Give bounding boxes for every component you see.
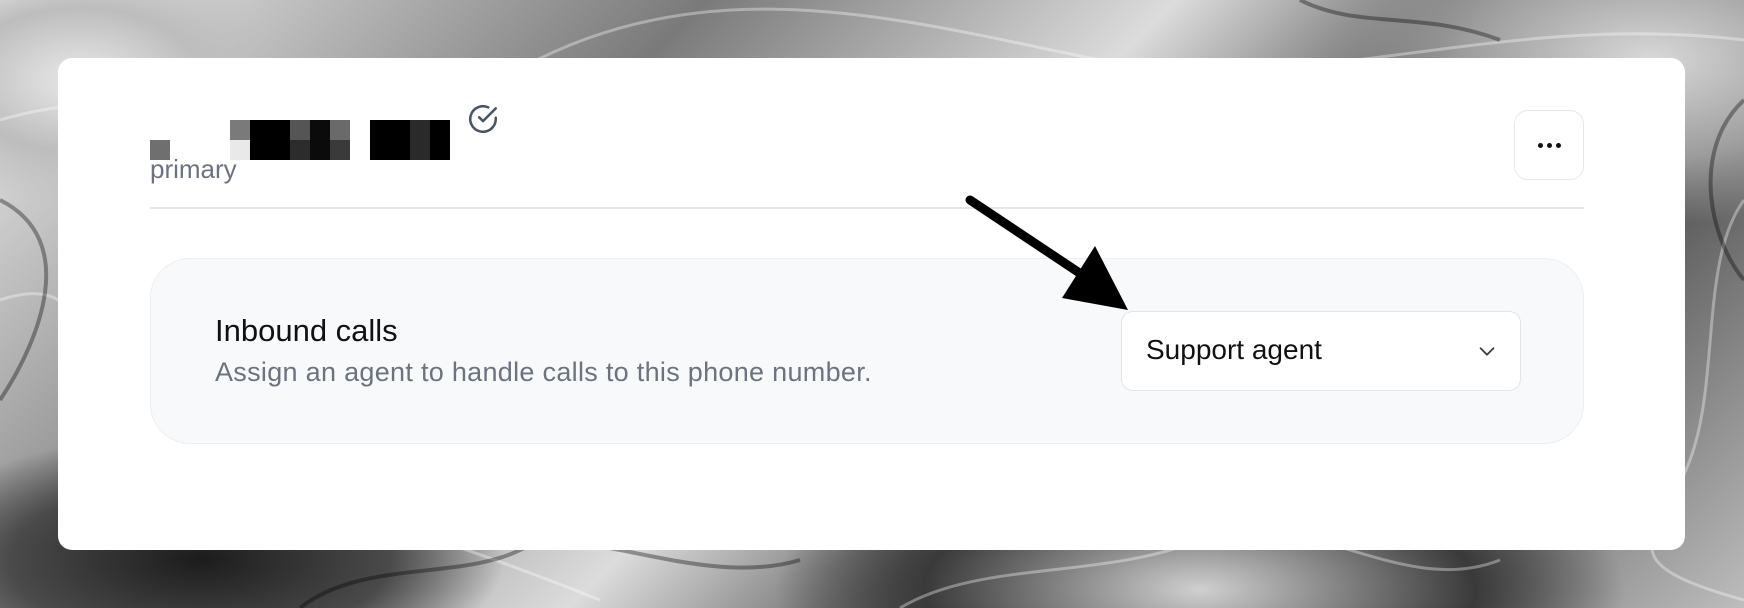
more-options-button[interactable] [1514,110,1584,180]
header-divider [150,207,1584,209]
inbound-calls-title: Inbound calls [215,313,398,348]
check-circle-icon [468,104,498,134]
agent-select-dropdown[interactable]: Support agent [1121,311,1521,391]
inbound-calls-panel: Inbound calls Assign an agent to handle … [150,258,1584,444]
phone-number-card: primary Inbound calls Assign an agent to… [58,58,1685,550]
chevron-down-icon [1479,347,1495,356]
ellipsis-horizontal-icon [1537,142,1561,148]
selected-agent-value: Support agent [1146,334,1322,365]
inbound-calls-description: Assign an agent to handle calls to this … [215,357,872,387]
account-subtitle: primary [150,154,237,184]
